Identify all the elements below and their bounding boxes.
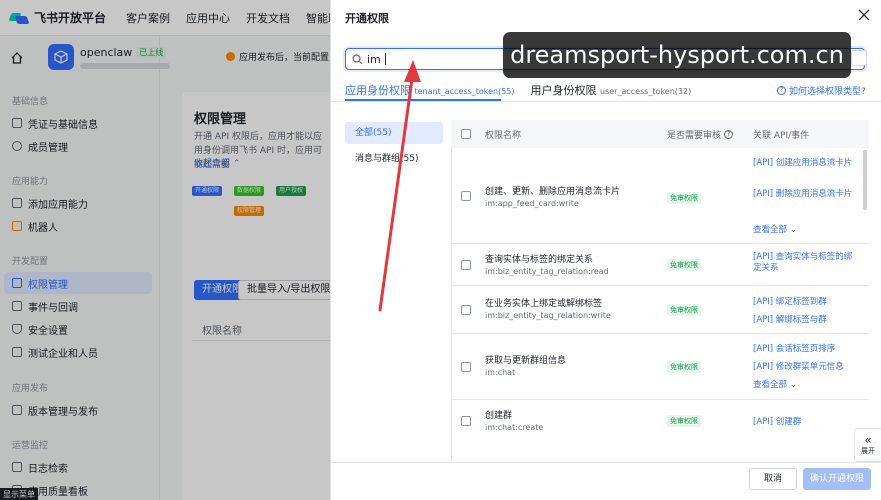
drawer-title: 开通权限 — [345, 12, 389, 25]
review-badge: 免审权限 — [667, 259, 701, 271]
chevron-down-icon[interactable] — [851, 50, 867, 66]
row-checkbox[interactable] — [461, 191, 471, 201]
confirm-open-button[interactable]: 确认开通权限 — [803, 468, 871, 490]
permission-name: 获取与更新群组信息 — [485, 356, 567, 366]
table-row[interactable]: 查询实体与标签的绑定关系 im:biz_entity_tag_relation:… — [451, 244, 869, 286]
table-row[interactable]: 创建群 im:chat:create 免审权限 [API] 创建群 — [451, 400, 869, 442]
close-icon[interactable] — [857, 8, 871, 22]
row-checkbox[interactable] — [461, 260, 471, 270]
column-name: 权限名称 — [485, 130, 522, 141]
table-header: 权限名称 是否需要审核? 关联 API/事件 — [451, 120, 869, 148]
permission-name: 创建、更新、删除应用消息流卡片 — [485, 187, 621, 197]
review-badge: 免审权限 — [667, 415, 701, 427]
search-value: im — [367, 52, 381, 66]
column-review: 是否需要审核? — [667, 128, 734, 141]
column-api: 关联 API/事件 — [753, 130, 810, 141]
question-icon: ? — [777, 86, 786, 95]
api-link[interactable]: [API] 绑定标签到群 — [753, 295, 827, 307]
api-link[interactable]: [API] 会话标签页排序 — [753, 342, 835, 354]
help-link[interactable]: ? 如何选择权限类型? — [777, 84, 866, 97]
row-checkbox[interactable] — [461, 416, 471, 426]
table-row[interactable]: 获取与更新群组信息 im:chat 免审权限 [API] 会话标签页排序 [AP… — [451, 334, 869, 400]
permission-code: im:chat:create — [485, 423, 544, 432]
view-all-link[interactable]: 查看全部 ⌄ — [753, 223, 797, 235]
cancel-button[interactable]: 取消 — [749, 468, 797, 490]
watermark: dreamsport-hysport.com.cn — [503, 32, 851, 78]
identity-tabs: 应用身份权限 tenant_access_token(55) 用户身份权限 us… — [345, 82, 691, 98]
table-row[interactable]: 在业务实体上绑定或解绑标签 im:biz_entity_tag_relation… — [451, 286, 869, 334]
permission-name: 查询实体与标签的绑定关系 — [485, 255, 594, 265]
modal-backdrop[interactable] — [0, 0, 330, 500]
permission-code: im:chat — [485, 368, 516, 377]
tab-tenant-token[interactable]: 应用身份权限 tenant_access_token(55) — [345, 82, 515, 98]
expand-panel-button[interactable]: « 展开 — [854, 428, 881, 462]
api-link[interactable]: [API] 修改群菜单元信息 — [753, 360, 844, 372]
question-icon: ? — [724, 129, 734, 139]
permission-code: im:biz_entity_tag_relation:read — [485, 267, 609, 276]
scrollbar[interactable] — [863, 150, 867, 210]
review-badge: 免审权限 — [667, 304, 701, 316]
api-link[interactable]: [API] 查询实体与标签的绑定关系 — [753, 252, 855, 274]
double-chevron-left-icon: « — [864, 433, 872, 447]
search-icon — [352, 53, 363, 64]
footer-divider — [331, 462, 881, 463]
permission-name: 在业务实体上绑定或解绑标签 — [485, 299, 603, 309]
api-link[interactable]: [API] 创建群 — [753, 415, 801, 427]
api-link[interactable]: [API] 删除应用消息流卡片 — [753, 189, 855, 200]
api-link[interactable]: [API] 创建应用消息流卡片 — [753, 158, 855, 169]
select-all-checkbox[interactable] — [461, 129, 471, 139]
permission-code: im:app_feed_card:write — [485, 199, 579, 208]
permission-code: im:biz_entity_tag_relation:write — [485, 311, 611, 320]
table-row[interactable]: 创建、更新、删除应用消息流卡片 im:app_feed_card:write 免… — [451, 148, 869, 244]
row-checkbox[interactable] — [461, 362, 471, 372]
view-all-link[interactable]: 查看全部 ⌄ — [753, 378, 797, 390]
review-badge: 免审权限 — [667, 361, 701, 373]
text-caret — [384, 53, 386, 65]
row-checkbox[interactable] — [461, 305, 471, 315]
permission-name: 创建群 — [485, 411, 513, 421]
tab-user-token[interactable]: 用户身份权限 user_access_token(32) — [531, 82, 692, 98]
review-badge: 免审权限 — [667, 192, 701, 204]
category-messages-groups[interactable]: 消息与群组(55) — [345, 148, 443, 170]
screen: 飞书开放平台 客户案例 应用中心 开发文档 智能助 openclaw 已上线 基… — [0, 0, 881, 500]
tabs-divider — [331, 101, 881, 102]
api-link[interactable]: [API] 解绑标签与群 — [753, 313, 827, 325]
category-all[interactable]: 全部(55) — [345, 122, 443, 144]
